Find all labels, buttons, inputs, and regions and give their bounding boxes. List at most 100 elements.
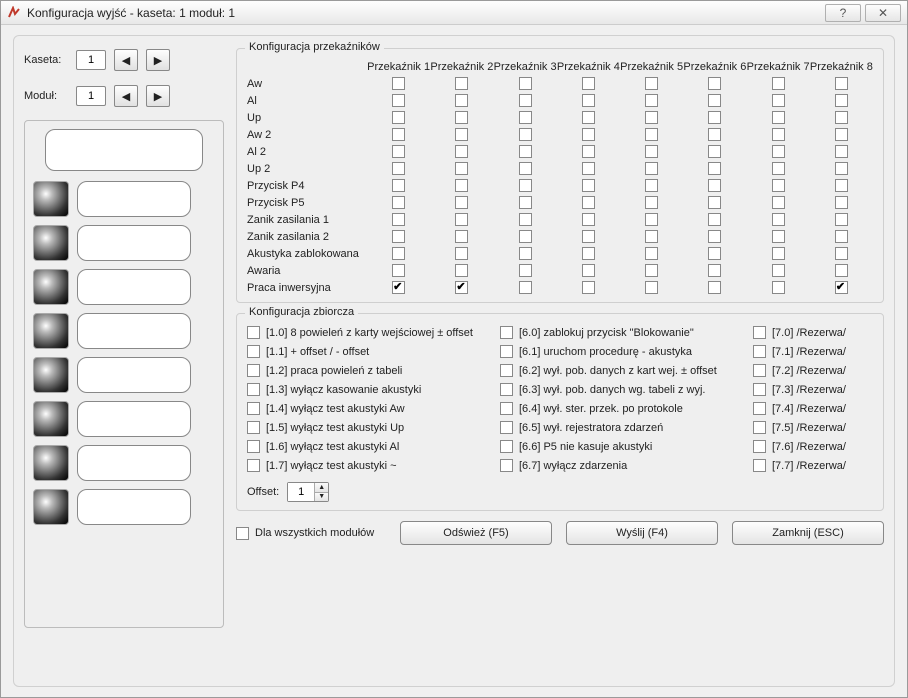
bulk-checkbox[interactable] bbox=[500, 326, 513, 339]
relay-checkbox[interactable] bbox=[835, 213, 848, 226]
relay-checkbox[interactable] bbox=[519, 111, 532, 124]
bulk-checkbox[interactable] bbox=[500, 440, 513, 453]
relay-checkbox[interactable] bbox=[835, 247, 848, 260]
slot-field[interactable] bbox=[77, 401, 191, 437]
bulk-checkbox[interactable] bbox=[247, 364, 260, 377]
relay-checkbox[interactable] bbox=[582, 94, 595, 107]
relay-checkbox[interactable] bbox=[708, 94, 721, 107]
relay-checkbox[interactable] bbox=[835, 196, 848, 209]
relay-checkbox[interactable] bbox=[708, 179, 721, 192]
relay-checkbox[interactable] bbox=[392, 281, 405, 294]
relay-checkbox[interactable] bbox=[645, 111, 658, 124]
kaseta-input[interactable] bbox=[76, 50, 106, 70]
relay-checkbox[interactable] bbox=[772, 94, 785, 107]
relay-checkbox[interactable] bbox=[582, 145, 595, 158]
relay-checkbox[interactable] bbox=[645, 264, 658, 277]
all-modules-checkbox[interactable] bbox=[236, 527, 249, 540]
relay-checkbox[interactable] bbox=[455, 128, 468, 141]
bulk-checkbox[interactable] bbox=[753, 440, 766, 453]
bulk-checkbox[interactable] bbox=[753, 402, 766, 415]
bulk-checkbox[interactable] bbox=[500, 383, 513, 396]
relay-checkbox[interactable] bbox=[455, 230, 468, 243]
bulk-checkbox[interactable] bbox=[753, 421, 766, 434]
relay-checkbox[interactable] bbox=[455, 264, 468, 277]
relay-checkbox[interactable] bbox=[645, 247, 658, 260]
relay-checkbox[interactable] bbox=[582, 77, 595, 90]
relay-checkbox[interactable] bbox=[645, 77, 658, 90]
relay-checkbox[interactable] bbox=[708, 196, 721, 209]
relay-checkbox[interactable] bbox=[392, 196, 405, 209]
bulk-checkbox[interactable] bbox=[753, 383, 766, 396]
relay-checkbox[interactable] bbox=[835, 128, 848, 141]
relay-checkbox[interactable] bbox=[772, 128, 785, 141]
relay-checkbox[interactable] bbox=[519, 196, 532, 209]
relay-checkbox[interactable] bbox=[708, 230, 721, 243]
relay-checkbox[interactable] bbox=[455, 94, 468, 107]
slot-field[interactable] bbox=[77, 269, 191, 305]
bulk-checkbox[interactable] bbox=[753, 345, 766, 358]
relay-checkbox[interactable] bbox=[392, 145, 405, 158]
relay-checkbox[interactable] bbox=[455, 213, 468, 226]
relay-checkbox[interactable] bbox=[392, 247, 405, 260]
relay-checkbox[interactable] bbox=[519, 145, 532, 158]
relay-checkbox[interactable] bbox=[772, 111, 785, 124]
relay-checkbox[interactable] bbox=[582, 264, 595, 277]
kaseta-next-button[interactable]: ▶ bbox=[146, 49, 170, 71]
relay-checkbox[interactable] bbox=[772, 281, 785, 294]
relay-checkbox[interactable] bbox=[772, 196, 785, 209]
relay-checkbox[interactable] bbox=[582, 162, 595, 175]
offset-down-button[interactable]: ▼ bbox=[315, 493, 328, 502]
relay-checkbox[interactable] bbox=[708, 77, 721, 90]
modul-prev-button[interactable]: ◀ bbox=[114, 85, 138, 107]
relay-checkbox[interactable] bbox=[582, 281, 595, 294]
bulk-checkbox[interactable] bbox=[753, 326, 766, 339]
relay-checkbox[interactable] bbox=[708, 264, 721, 277]
send-button[interactable]: Wyślij (F4) bbox=[566, 521, 718, 545]
relay-checkbox[interactable] bbox=[645, 196, 658, 209]
relay-checkbox[interactable] bbox=[645, 128, 658, 141]
relay-checkbox[interactable] bbox=[519, 281, 532, 294]
relay-checkbox[interactable] bbox=[392, 111, 405, 124]
relay-checkbox[interactable] bbox=[645, 281, 658, 294]
relay-checkbox[interactable] bbox=[392, 230, 405, 243]
bulk-checkbox[interactable] bbox=[247, 383, 260, 396]
slot-header-field[interactable] bbox=[45, 129, 203, 171]
relay-checkbox[interactable] bbox=[772, 230, 785, 243]
relay-checkbox[interactable] bbox=[835, 264, 848, 277]
relay-checkbox[interactable] bbox=[835, 77, 848, 90]
relay-checkbox[interactable] bbox=[455, 281, 468, 294]
bulk-checkbox[interactable] bbox=[247, 402, 260, 415]
modul-input[interactable] bbox=[76, 86, 106, 106]
close-window-button[interactable]: ✕ bbox=[865, 4, 901, 22]
relay-checkbox[interactable] bbox=[708, 213, 721, 226]
relay-checkbox[interactable] bbox=[392, 264, 405, 277]
relay-checkbox[interactable] bbox=[835, 281, 848, 294]
bulk-checkbox[interactable] bbox=[500, 459, 513, 472]
relay-checkbox[interactable] bbox=[708, 247, 721, 260]
relay-checkbox[interactable] bbox=[519, 213, 532, 226]
bulk-checkbox[interactable] bbox=[500, 364, 513, 377]
refresh-button[interactable]: Odśwież (F5) bbox=[400, 521, 552, 545]
relay-checkbox[interactable] bbox=[582, 247, 595, 260]
slot-field[interactable] bbox=[77, 489, 191, 525]
slot-field[interactable] bbox=[77, 225, 191, 261]
relay-checkbox[interactable] bbox=[455, 111, 468, 124]
relay-checkbox[interactable] bbox=[645, 94, 658, 107]
relay-checkbox[interactable] bbox=[519, 94, 532, 107]
relay-checkbox[interactable] bbox=[835, 145, 848, 158]
relay-checkbox[interactable] bbox=[582, 230, 595, 243]
relay-checkbox[interactable] bbox=[772, 77, 785, 90]
bulk-checkbox[interactable] bbox=[500, 421, 513, 434]
relay-checkbox[interactable] bbox=[645, 145, 658, 158]
relay-checkbox[interactable] bbox=[645, 230, 658, 243]
relay-checkbox[interactable] bbox=[582, 128, 595, 141]
relay-checkbox[interactable] bbox=[708, 145, 721, 158]
relay-checkbox[interactable] bbox=[519, 77, 532, 90]
relay-checkbox[interactable] bbox=[392, 94, 405, 107]
relay-checkbox[interactable] bbox=[392, 213, 405, 226]
relay-checkbox[interactable] bbox=[519, 179, 532, 192]
relay-checkbox[interactable] bbox=[392, 162, 405, 175]
relay-checkbox[interactable] bbox=[645, 213, 658, 226]
slot-field[interactable] bbox=[77, 445, 191, 481]
relay-checkbox[interactable] bbox=[519, 128, 532, 141]
